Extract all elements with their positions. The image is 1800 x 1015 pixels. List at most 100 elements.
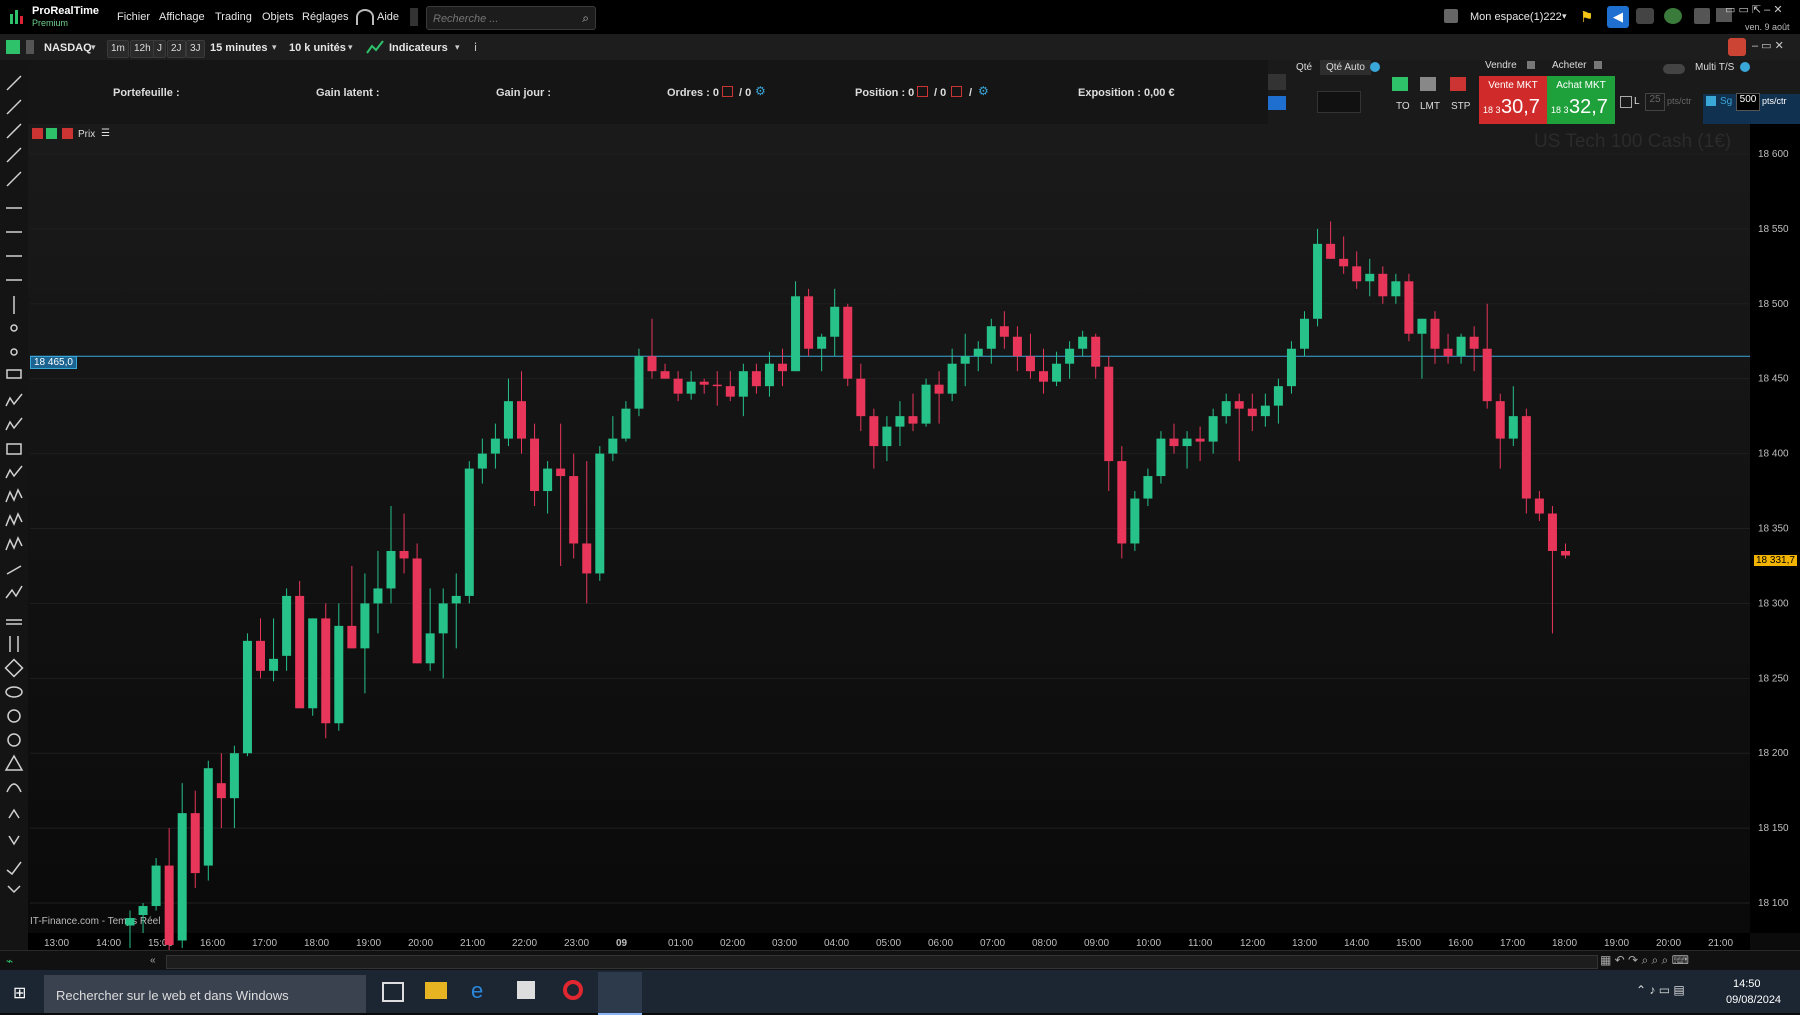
add-icon[interactable] <box>32 128 43 139</box>
chevron-down-icon[interactable]: ▾ <box>91 42 96 53</box>
chart-icon[interactable]: ⌁ <box>6 954 13 968</box>
data-source-label: IT-Finance.com - Temps Réel <box>30 916 161 927</box>
period-j[interactable]: J <box>153 40 166 58</box>
price-axis[interactable] <box>1750 124 1800 933</box>
taskbar-time: 14:50 <box>1733 978 1761 990</box>
headset-icon[interactable] <box>356 9 374 25</box>
calculator-icon[interactable] <box>1694 8 1710 24</box>
period-1m[interactable]: 1m <box>107 40 129 58</box>
ordres-cancel-icon[interactable] <box>722 86 733 97</box>
triangle-tool-icon <box>4 754 24 771</box>
ruler-tool-icon <box>6 369 22 379</box>
prix-color-icon[interactable] <box>62 128 73 139</box>
menu-aide[interactable]: Aide <box>377 11 399 23</box>
windows-start-icon[interactable]: ⊞ <box>13 983 31 1002</box>
save-icon[interactable] <box>1444 9 1458 23</box>
flag-icon[interactable]: ⚑ <box>1580 8 1593 26</box>
search-box[interactable]: ⌕ <box>426 6 596 30</box>
l-input[interactable]: 25 <box>1645 93 1665 111</box>
chevron-down-icon[interactable]: ▾ <box>1562 11 1567 22</box>
multi-ts-label: Multi T/S <box>1695 62 1735 73</box>
indicators-button[interactable]: Indicateurs <box>389 42 448 54</box>
time-axis[interactable] <box>28 933 1750 950</box>
order-type-to[interactable]: TO <box>1396 101 1410 112</box>
quantity-input[interactable] <box>1317 91 1361 113</box>
period-3j[interactable]: 3J <box>186 40 205 58</box>
toggle-switch[interactable] <box>1663 64 1685 74</box>
stp-order-icon[interactable] <box>1450 77 1466 91</box>
pen-tool-icon <box>6 565 22 575</box>
position-cancel-icon[interactable] <box>917 86 928 97</box>
polyline-tool-icon <box>5 585 23 599</box>
menu-fichier[interactable]: Fichier <box>117 11 150 23</box>
app-subtitle: Premium <box>32 18 69 28</box>
horizontal-scrollbar[interactable] <box>166 955 1598 969</box>
settings-icon[interactable]: ⚙ <box>755 84 766 98</box>
prix-label[interactable]: Prix <box>78 129 95 140</box>
keyboard-icon[interactable] <box>1268 96 1286 110</box>
window-controls-top[interactable]: ▭ ▭ ⇱ – ✕ <box>1725 3 1783 16</box>
info-icon[interactable]: ⅰ <box>474 41 477 54</box>
sg-input[interactable]: 500 <box>1736 93 1760 111</box>
info-icon[interactable] <box>1740 62 1750 72</box>
menu-trading[interactable]: Trading <box>215 11 252 23</box>
search-input[interactable] <box>431 10 575 28</box>
settings-icon[interactable]: ⚙ <box>978 84 989 98</box>
list-icon[interactable]: ☰ <box>101 128 110 139</box>
instrument-selector[interactable]: NASDAQ <box>44 42 92 54</box>
store-icon[interactable] <box>517 981 535 999</box>
menu-reglages[interactable]: Réglages <box>302 11 348 23</box>
period-2j[interactable]: 2J <box>167 40 186 58</box>
task-view-icon[interactable] <box>382 982 404 1002</box>
units-selector[interactable]: 10 k unités <box>289 42 346 54</box>
l-checkbox[interactable] <box>1620 96 1632 108</box>
refresh-icon[interactable] <box>46 128 57 139</box>
qty-label: Qté <box>1296 62 1313 73</box>
sg-checkbox[interactable] <box>1706 96 1716 106</box>
timeframe-selector[interactable]: 15 minutes <box>210 42 267 54</box>
bottom-tool-icons[interactable]: ▦ ↶ ↷ ⌕ ⌕ ⌕ ⌨ <box>1600 953 1689 968</box>
qty-auto-button[interactable]: Qté Auto <box>1320 60 1371 75</box>
window-controls-chart[interactable]: – ▭ ✕ <box>1752 39 1784 52</box>
system-tray-icons[interactable]: ⌃ ♪ ▭ ▤ <box>1636 983 1685 997</box>
sound-icon[interactable]: ◀ <box>1607 6 1629 28</box>
info-icon[interactable] <box>1527 61 1535 69</box>
chevron-down-icon[interactable]: ▾ <box>455 42 460 53</box>
chevron-down-icon[interactable]: ▾ <box>348 42 353 53</box>
indicators-icon[interactable] <box>366 38 384 56</box>
workspace-selector[interactable]: Mon espace(1)222 <box>1470 11 1562 23</box>
alerts-icon[interactable] <box>1636 8 1654 24</box>
search-icon[interactable]: ⌕ <box>582 11 589 26</box>
file-explorer-icon[interactable] <box>425 982 447 999</box>
wrench-icon[interactable] <box>1268 74 1286 90</box>
lmt-order-icon[interactable] <box>1420 77 1436 91</box>
menu-affichage[interactable]: Affichage <box>159 11 205 23</box>
buy-market-button[interactable]: Achat MKT 18 3 32,7 <box>1547 76 1615 124</box>
info-icon[interactable] <box>1594 61 1602 69</box>
taskbar-search[interactable]: Rechercher sur le web et dans Windows <box>44 975 366 1013</box>
prorealtime-taskbar-icon[interactable] <box>598 972 642 1015</box>
menu-objets[interactable]: Objets <box>262 11 294 23</box>
scroll-left-icon[interactable]: « <box>150 955 156 966</box>
sell-price: 30,7 <box>1501 96 1540 118</box>
to-order-icon[interactable] <box>1392 77 1408 91</box>
edge-icon[interactable]: e <box>471 978 483 1004</box>
info-icon[interactable] <box>1370 62 1380 72</box>
position-close-icon[interactable] <box>951 86 962 97</box>
grip-icon <box>410 8 418 26</box>
connection-icon[interactable] <box>1664 8 1682 24</box>
chart-type-icon[interactable] <box>6 40 20 54</box>
chart-area[interactable] <box>28 124 1750 933</box>
sell-market-button[interactable]: Vente MKT 18 3 30,7 <box>1479 76 1547 124</box>
chevron-down-icon[interactable]: ▾ <box>272 42 277 53</box>
order-type-stp[interactable]: STP <box>1451 101 1470 112</box>
sell-header: Vendre <box>1485 60 1517 71</box>
hline-price-label[interactable]: 18 465,0 <box>30 356 77 369</box>
l-label: L <box>1634 96 1640 107</box>
sync-icon[interactable] <box>1728 38 1746 56</box>
drawing-tools-icons[interactable] <box>4 66 26 936</box>
opera-icon[interactable] <box>563 980 583 1000</box>
period-12h[interactable]: 12h <box>130 40 155 58</box>
lock-icon[interactable] <box>26 40 34 54</box>
order-type-lmt[interactable]: LMT <box>1420 101 1440 112</box>
